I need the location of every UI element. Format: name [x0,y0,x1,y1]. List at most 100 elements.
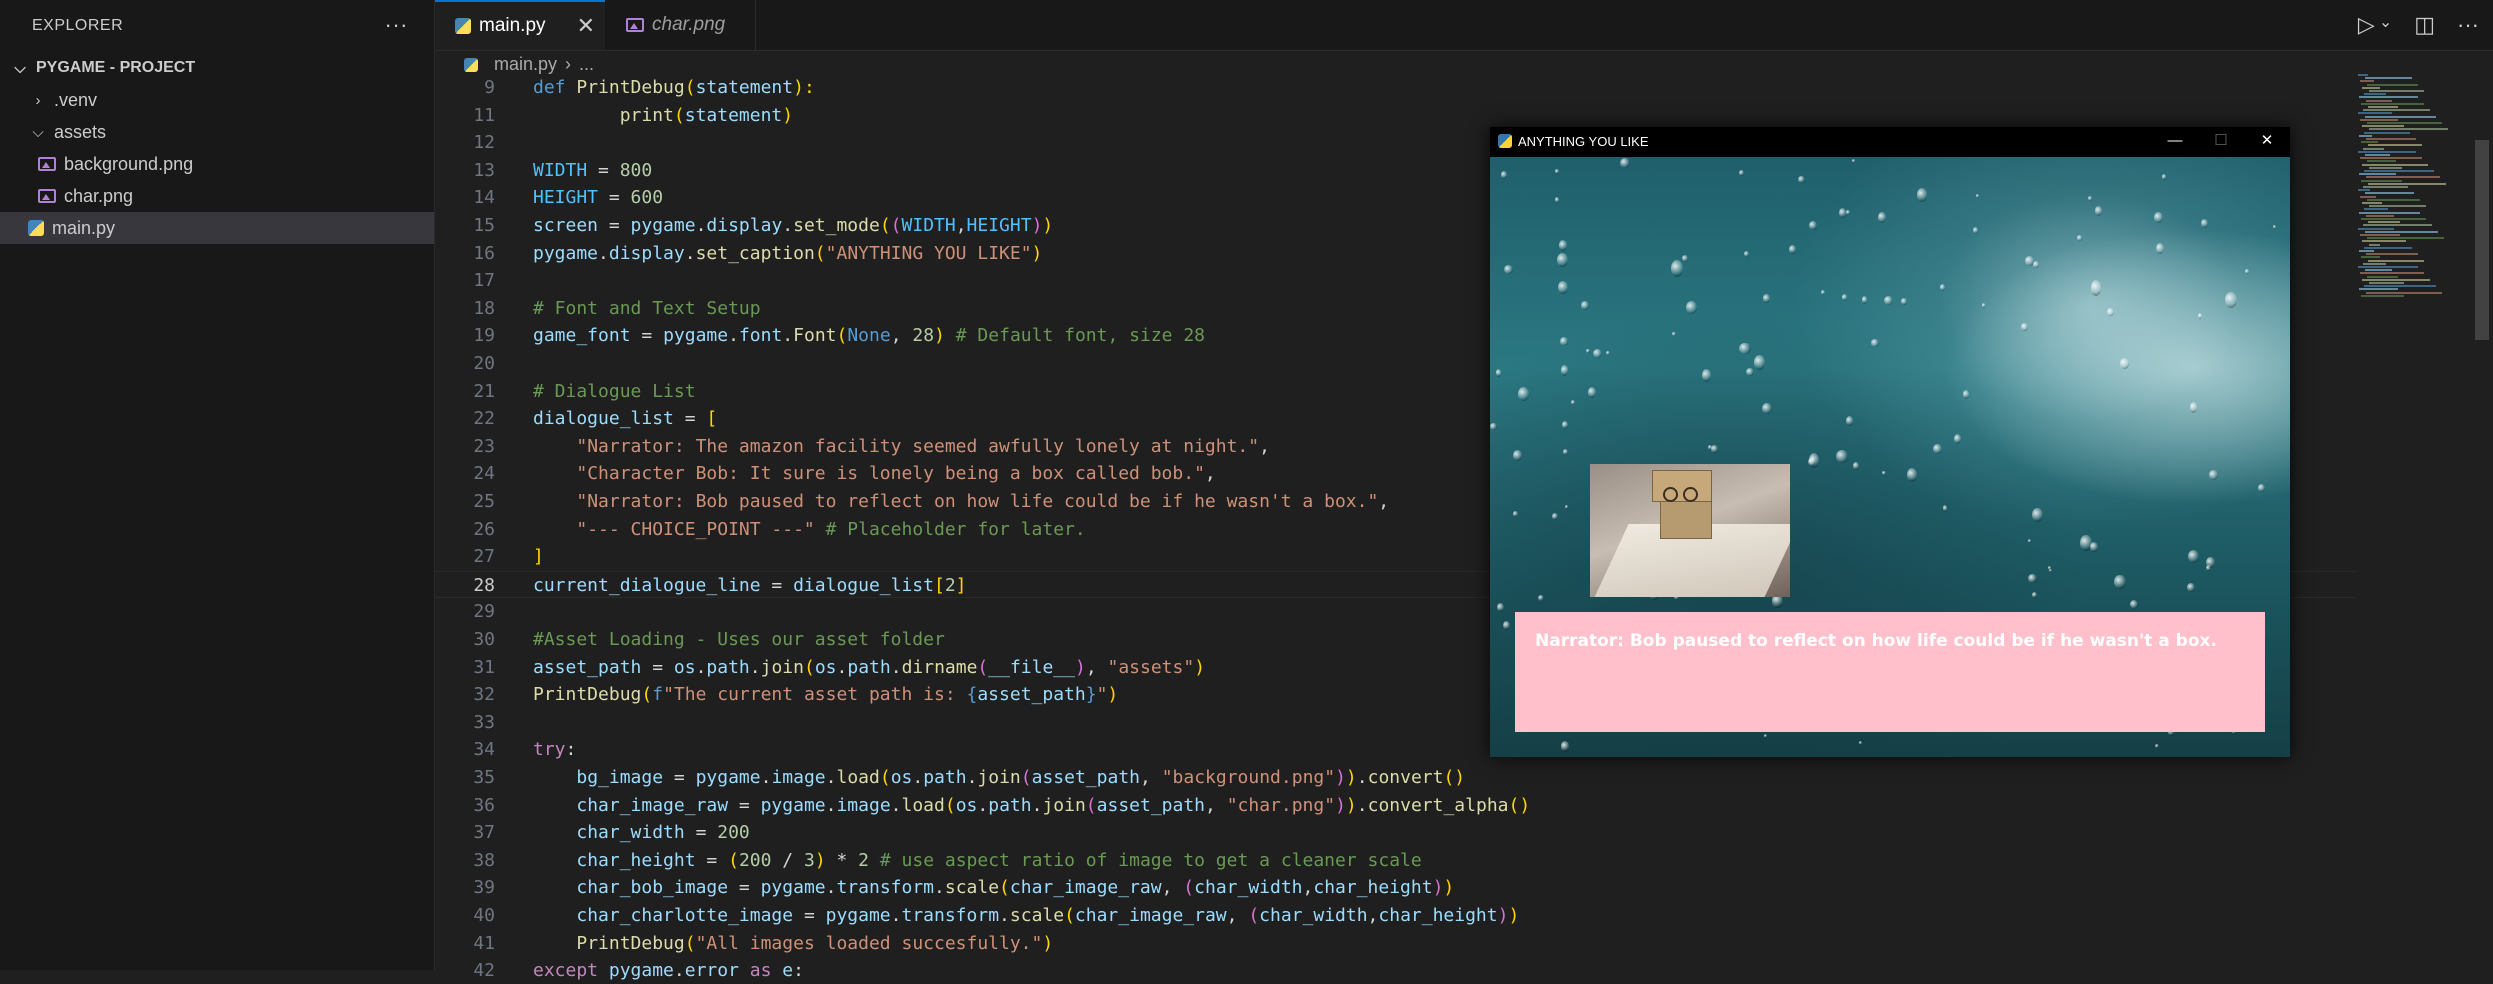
tree-item-assets[interactable]: ⌵ assets [0,116,434,148]
more-actions-icon[interactable]: ··· [385,12,408,38]
minimap-line [2360,234,2400,236]
raindrop-graphic [2162,174,2167,180]
breadcrumb-file[interactable]: main.py [494,54,557,75]
minimap-line [2359,250,2374,252]
code-token: ) [1497,905,1509,926]
minimap-line [2369,243,2380,246]
vertical-scrollbar[interactable] [2475,140,2489,340]
raindrop-graphic [1490,422,1497,431]
code-token: () [1508,794,1531,816]
project-folder[interactable]: ⌵ PYGAME - PROJECT [0,52,434,84]
code-token: pygame [760,794,826,816]
code-line[interactable]: 38 char_height = (200 / 3) * 2 # use asp… [435,847,2355,874]
minimap-line [2369,90,2424,92]
code-token: ) [1345,794,1357,816]
split-editor-icon[interactable]: ◫ [2414,12,2435,38]
code-token: = [587,159,620,181]
code-token: . [890,794,902,816]
raindrop-graphic [2198,313,2203,319]
tab-char-png[interactable]: char.png [606,0,756,50]
code-text: char_image_raw = pygame.image.load(os.pa… [533,792,1530,819]
project-name: PYGAME - PROJECT [36,59,196,76]
raindrop-graphic [1581,300,1589,311]
code-line[interactable]: 41 PrintDebug("All images loaded succesf… [435,930,2355,957]
raindrop-graphic [1710,445,1719,453]
code-token: ) [1107,684,1119,706]
raindrop-graphic [1906,468,1917,483]
tree-item-label: main.py [52,217,116,238]
minimap[interactable] [2358,74,2468,304]
code-token: ( [1085,794,1097,816]
raindrop-graphic [2154,212,2164,223]
pygame-window[interactable]: ANYTHING YOU LIKE — ☐ ✕ Narrator: Bob pa… [1490,127,2290,757]
raindrop-graphic [1558,281,1569,294]
chevron-right-icon: › [35,91,41,109]
breadcrumb-symbol[interactable]: ... [579,54,594,75]
raindrop-graphic [1900,297,1907,305]
code-token: ) [1031,215,1043,236]
close-button[interactable]: ✕ [2244,127,2290,155]
code-token: 200 [717,822,750,844]
code-token: ) [782,104,794,126]
code-line[interactable]: 35 bg_image = pygame.image.load(os.path.… [435,764,2355,791]
minimap-line [2368,106,2398,108]
code-line[interactable]: 36 char_image_raw = pygame.image.load(os… [435,792,2355,819]
tree-item-venv[interactable]: › .venv [0,84,434,116]
tab-main-py[interactable]: main.py ✕ [435,0,605,50]
more-actions-icon[interactable]: ··· [2457,12,2479,38]
minimap-line [2364,131,2410,134]
code-token: pygame [663,325,729,347]
raindrop-graphic [1808,221,1818,231]
maximize-button[interactable]: ☐ [2198,127,2244,155]
raindrop-graphic [1882,471,1886,476]
raindrop-graphic [2225,291,2237,309]
box-head-graphic [1652,470,1712,502]
code-line[interactable]: 39 char_bob_image = pygame.transform.sca… [435,874,2355,901]
eye-graphic [1663,487,1678,502]
minimap-line [2361,294,2404,297]
tree-item-main-py[interactable]: main.py [0,212,434,244]
code-token: display [608,242,685,264]
code-token: char_width [1194,877,1303,899]
editor-tab-bar: main.py ✕ char.png ▷ ⌄ ◫ ··· [435,0,2493,51]
code-token: , [1205,794,1227,816]
code-token: = [684,822,718,844]
window-titlebar[interactable]: ANYTHING YOU LIKE — ☐ ✕ [1490,127,2290,155]
code-token: asset_path [977,684,1086,706]
raindrop-graphic [1551,512,1558,521]
code-token: . [999,905,1010,926]
chevron-down-icon[interactable]: ⌄ [2379,12,2392,38]
code-token: . [1356,794,1368,816]
minimap-line [2365,77,2412,80]
raindrop-graphic [2090,280,2102,296]
code-line[interactable]: 11 print(statement) [435,102,2355,129]
code-line[interactable]: 9 def PrintDebug(statement): [435,74,2355,101]
raindrop-graphic [1570,400,1575,406]
code-line[interactable]: 42 except pygame.error as e: [435,957,2355,984]
tree-item-background-png[interactable]: background.png [0,148,434,180]
raindrop-graphic [2187,549,2200,564]
tree-item-char-png[interactable]: char.png [0,180,434,212]
code-token: PrintDebug [533,684,642,706]
code-token: asset_path [1096,794,1206,816]
tab-label: char.png [652,14,726,35]
code-token: pygame [608,960,674,982]
run-icon[interactable]: ▷ [2358,12,2375,38]
code-token: os [814,656,837,678]
minimize-button[interactable]: — [2152,127,2198,155]
code-line[interactable]: 40 char_charlotte_image = pygame.transfo… [435,902,2355,929]
game-canvas[interactable]: Narrator: Bob paused to reflect on how l… [1490,157,2290,757]
minimap-line [2369,128,2448,131]
minimap-line [2369,166,2402,169]
image-file-icon [38,189,56,203]
code-token: os [955,794,978,816]
code-token: ) [934,325,945,347]
raindrop-graphic [2032,508,2043,523]
close-icon[interactable]: ✕ [577,13,595,39]
code-token: asset_path [1031,767,1140,788]
code-line[interactable]: 37 char_width = 200 [435,819,2355,846]
code-token: ( [673,104,685,126]
line-number: 40 [473,905,495,926]
code-token: { [966,684,978,706]
